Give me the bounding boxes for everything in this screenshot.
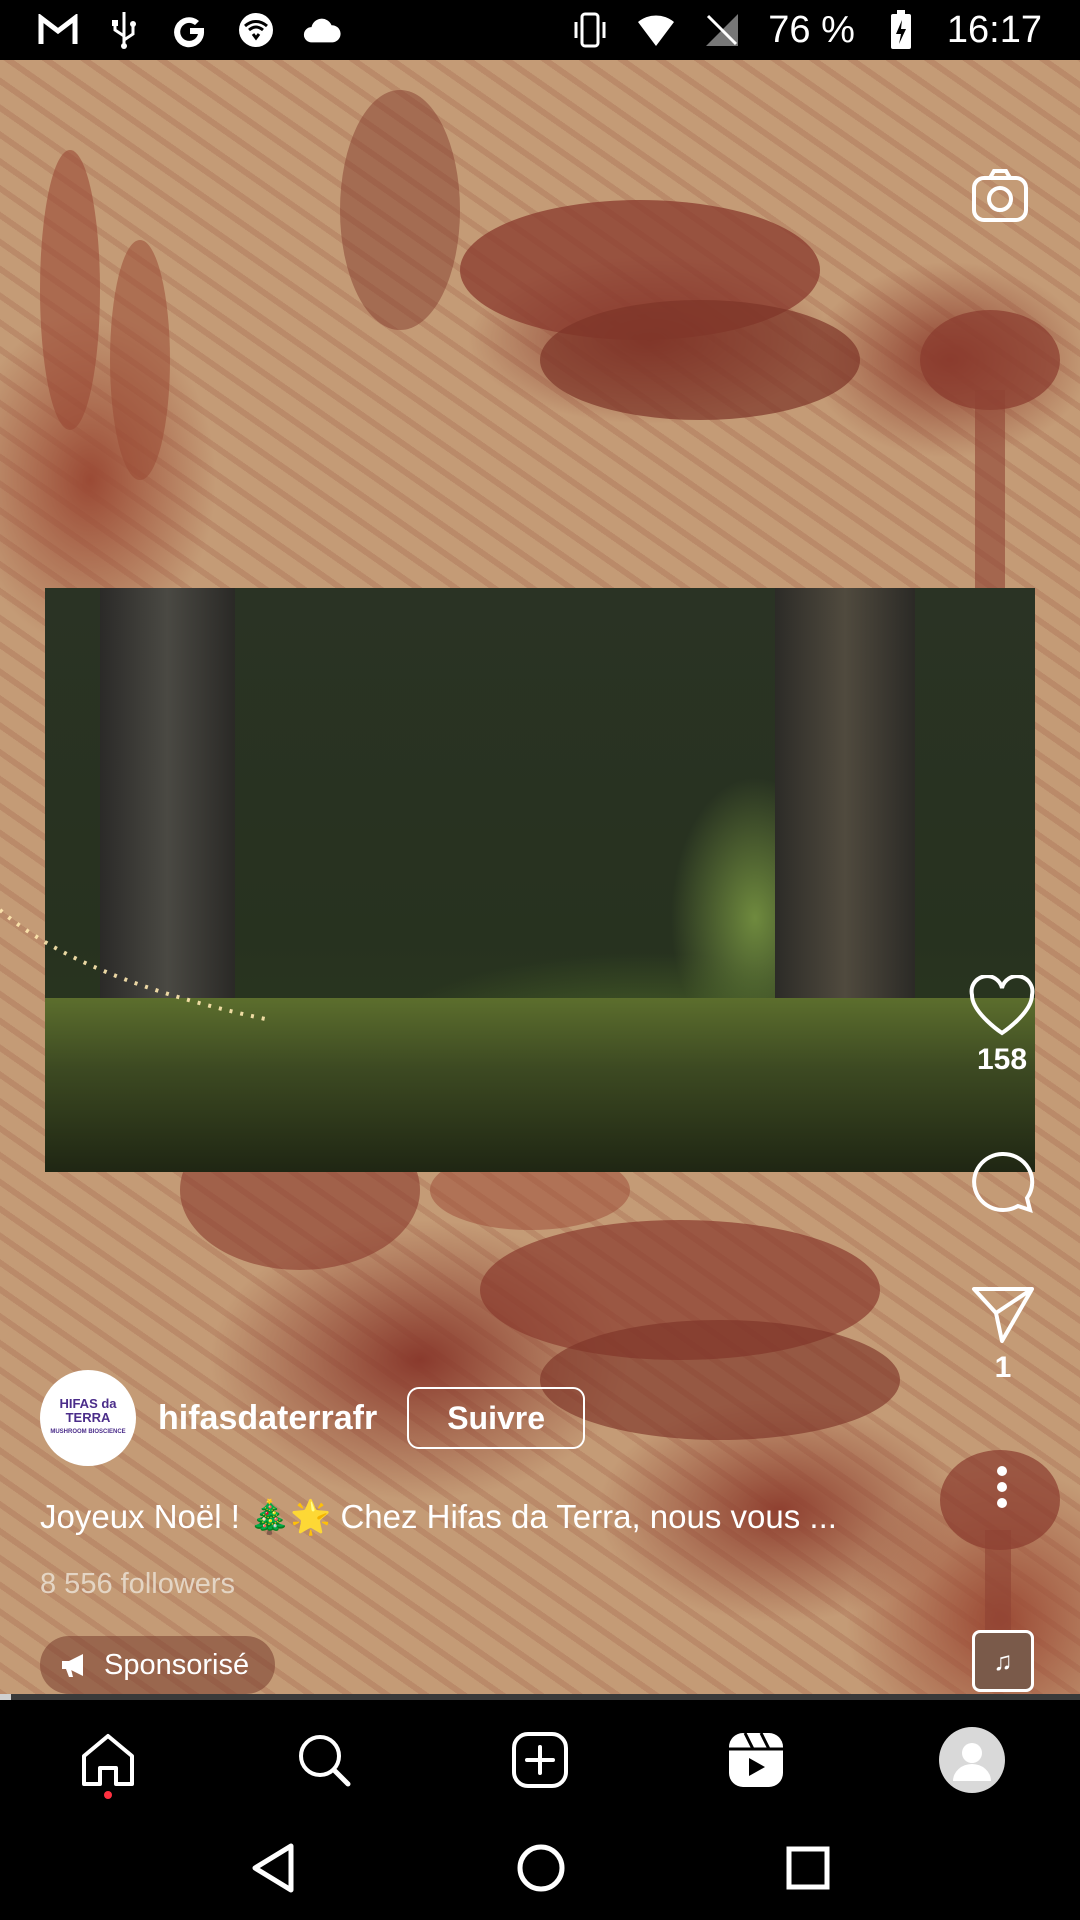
- user-silhouette-icon: [953, 1743, 991, 1781]
- sponsored-label: Sponsorisé: [104, 1648, 250, 1681]
- system-nav-bar: [0, 1820, 1080, 1920]
- battery-charging-icon: [881, 10, 921, 50]
- status-right-icons: 76 % 16:17: [570, 9, 1042, 52]
- followers-count: 8 556 followers: [40, 1568, 236, 1600]
- author-avatar[interactable]: HIFAS da TERRA MUSHROOM BIOSCIENCE: [40, 1370, 136, 1466]
- system-recents-button[interactable]: [785, 1845, 831, 1896]
- sponsored-badge[interactable]: Sponsorisé: [40, 1636, 276, 1694]
- share-button[interactable]: 1: [970, 1285, 1036, 1385]
- author-row: HIFAS da TERRA MUSHROOM BIOSCIENCE hifas…: [40, 1370, 586, 1466]
- nav-create[interactable]: [495, 1715, 585, 1805]
- heart-icon: [969, 975, 1035, 1036]
- comment-icon: [972, 1151, 1035, 1214]
- camera-button[interactable]: [968, 164, 1032, 228]
- megaphone-icon: [62, 1654, 83, 1677]
- search-icon: [299, 1735, 351, 1787]
- more-options-button[interactable]: [992, 1465, 1012, 1509]
- profile-avatar: [939, 1727, 1005, 1793]
- gmail-icon: [38, 10, 78, 50]
- cloud-icon: [302, 10, 342, 50]
- wifi-tile-icon: [236, 10, 276, 50]
- system-home-button[interactable]: [515, 1842, 567, 1899]
- create-icon: [512, 1732, 568, 1788]
- status-left-icons: [38, 10, 342, 50]
- wifi-icon: [636, 10, 676, 50]
- nav-search[interactable]: [279, 1715, 369, 1805]
- shares-count: 1: [994, 1351, 1012, 1384]
- system-back-button[interactable]: [249, 1842, 297, 1899]
- follow-button[interactable]: Suivre: [407, 1387, 586, 1449]
- reels-icon: [729, 1732, 783, 1787]
- vibrate-icon: [570, 10, 610, 50]
- avatar-logo-subtext: MUSHROOM BIOSCIENCE: [50, 1429, 126, 1435]
- camera-icon: [972, 169, 1028, 222]
- back-triangle-icon: [252, 1843, 294, 1892]
- google-icon: [170, 10, 210, 50]
- bottom-nav: [0, 1700, 1080, 1820]
- caption-text[interactable]: Joyeux Noël ! 🎄🌟 Chez Hifas da Terra, no…: [40, 1498, 920, 1537]
- like-button[interactable]: 158: [968, 975, 1036, 1077]
- nav-profile[interactable]: [927, 1715, 1017, 1805]
- more-vertical-icon: [997, 1466, 1007, 1508]
- usb-icon: [104, 10, 144, 50]
- home-icon: [82, 1734, 134, 1786]
- avatar-logo: HIFAS da TERRA MUSHROOM BIOSCIENCE: [40, 1397, 136, 1439]
- nav-home[interactable]: [63, 1715, 153, 1805]
- tree-trunk-right: [775, 588, 915, 1008]
- no-signal-icon: [702, 10, 742, 50]
- home-circle-icon: [517, 1844, 565, 1891]
- avatar-logo-text: HIFAS da TERRA: [59, 1396, 117, 1425]
- recents-square-icon: [786, 1846, 830, 1889]
- likes-count: 158: [976, 1043, 1028, 1076]
- clock: 16:17: [946, 8, 1042, 51]
- author-username[interactable]: hifasdaterrafr: [158, 1399, 377, 1438]
- send-icon: [972, 1287, 1034, 1343]
- music-note-icon: ♫: [993, 1645, 1013, 1676]
- audio-thumbnail[interactable]: ♫: [972, 1630, 1034, 1692]
- home-notification-dot: [104, 1791, 112, 1799]
- sparkle-trail: [0, 908, 271, 1022]
- comment-button[interactable]: [968, 1150, 1036, 1216]
- reel-stage[interactable]: 158 1 ♫ HIFAS da TERRA MUSHROOM BIOSCIEN…: [0, 60, 1080, 1696]
- status-bar: 76 % 16:17: [0, 0, 1080, 60]
- battery-percent: 76 %: [768, 8, 855, 51]
- nav-reels[interactable]: [711, 1715, 801, 1805]
